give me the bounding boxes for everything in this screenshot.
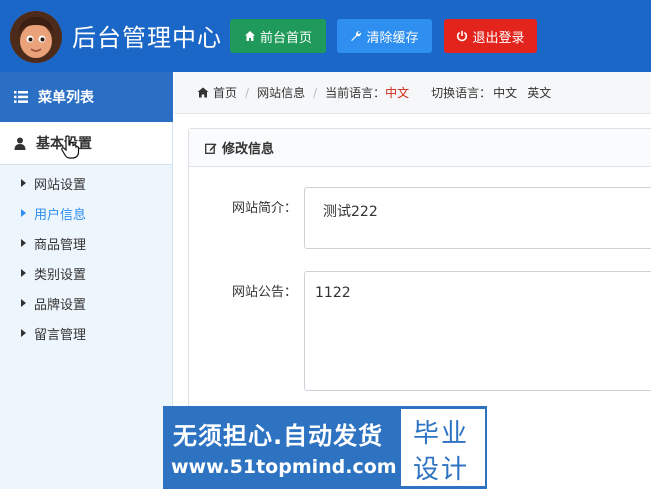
list-icon — [14, 91, 28, 103]
wrench-icon — [351, 31, 362, 41]
sidebar-item-product-management[interactable]: 商品管理 — [0, 228, 172, 258]
watermark-badge: 毕业 设计 — [401, 409, 485, 486]
home-icon — [244, 31, 255, 41]
sidebar-item-brand-settings[interactable]: 品牌设置 — [0, 288, 172, 318]
avatar — [10, 11, 62, 63]
clear-cache-button-label: 清除缓存 — [366, 29, 419, 45]
sidebar-group-basic-settings[interactable]: 基本设置 — [0, 122, 172, 165]
watermark-badge-line2: 设计 — [413, 455, 470, 485]
logout-button[interactable]: 退出登录 — [444, 19, 537, 53]
watermark-url: www.51topmind.com — [171, 456, 397, 478]
language-option-chinese[interactable]: 中文 — [493, 84, 517, 101]
sidebar: 菜单列表 基本设置 网站设置 用户信息 商品管理 类别设置 品牌设置 留言管理 — [0, 72, 173, 489]
breadcrumb: 首页 / 网站信息 / 当前语言： 中文 切换语言： 中文 英文 — [174, 72, 651, 114]
language-option-english[interactable]: 英文 — [527, 84, 551, 101]
hand-cursor-icon — [61, 135, 80, 159]
sidebar-menu-title: 菜单列表 — [0, 72, 173, 122]
user-icon — [14, 137, 26, 150]
watermark-slogan: 无须担心.自动发货 — [173, 422, 384, 450]
breadcrumb-home-link[interactable]: 首页 — [213, 84, 237, 101]
sidebar-item-label: 商品管理 — [34, 237, 87, 253]
caret-right-icon — [21, 329, 26, 337]
current-language-value: 中文 — [385, 86, 410, 100]
breadcrumb-current-page[interactable]: 网站信息 — [257, 84, 305, 101]
power-icon — [457, 30, 468, 42]
breadcrumb-separator: / — [245, 85, 250, 100]
caret-right-icon — [21, 209, 26, 217]
sidebar-item-message-management[interactable]: 留言管理 — [0, 318, 172, 348]
sidebar-item-category-settings[interactable]: 类别设置 — [0, 258, 172, 288]
site-intro-label: 网站简介： — [232, 201, 298, 216]
frontpage-button-label: 前台首页 — [259, 29, 312, 45]
frontpage-button[interactable]: 前台首页 — [230, 19, 326, 53]
site-notice-textarea[interactable]: 1122 — [304, 271, 651, 391]
site-notice-label: 网站公告： — [232, 285, 298, 300]
breadcrumb-separator: / — [313, 85, 318, 100]
sidebar-item-label: 类别设置 — [34, 267, 87, 283]
sidebar-item-label: 品牌设置 — [34, 297, 87, 313]
panel-header: 修改信息 — [189, 129, 651, 167]
caret-right-icon — [21, 269, 26, 277]
watermark-badge-line1: 毕业 — [413, 419, 470, 449]
logout-button-label: 退出登录 — [472, 29, 525, 45]
home-icon — [197, 87, 209, 98]
watermark-banner: 无须担心.自动发货 www.51topmind.com 毕业 设计 — [163, 406, 487, 489]
sidebar-item-label: 用户信息 — [34, 207, 87, 223]
panel-title: 修改信息 — [222, 142, 275, 157]
sidebar-menu-list: 网站设置 用户信息 商品管理 类别设置 品牌设置 留言管理 — [0, 168, 172, 348]
switch-language-label: 切换语言： — [431, 86, 492, 100]
caret-right-icon — [21, 179, 26, 187]
caret-right-icon — [21, 299, 26, 307]
site-intro-textarea[interactable]: 测试222 — [304, 187, 651, 249]
edit-icon — [205, 143, 217, 154]
caret-right-icon — [21, 239, 26, 247]
current-language-label: 当前语言： — [325, 86, 386, 100]
header-title: 后台管理中心 — [72, 24, 222, 52]
sidebar-item-site-settings[interactable]: 网站设置 — [0, 168, 172, 198]
menu-title-label: 菜单列表 — [38, 90, 94, 106]
site-intro-value: 测试222 — [323, 204, 378, 220]
sidebar-item-label: 网站设置 — [34, 177, 87, 193]
sidebar-item-label: 留言管理 — [34, 327, 87, 343]
site-notice-value: 1122 — [315, 285, 351, 301]
clear-cache-button[interactable]: 清除缓存 — [337, 19, 432, 53]
top-header: 后台管理中心 前台首页 清除缓存 退出登录 — [0, 0, 651, 72]
sidebar-item-user-info[interactable]: 用户信息 — [0, 198, 172, 228]
